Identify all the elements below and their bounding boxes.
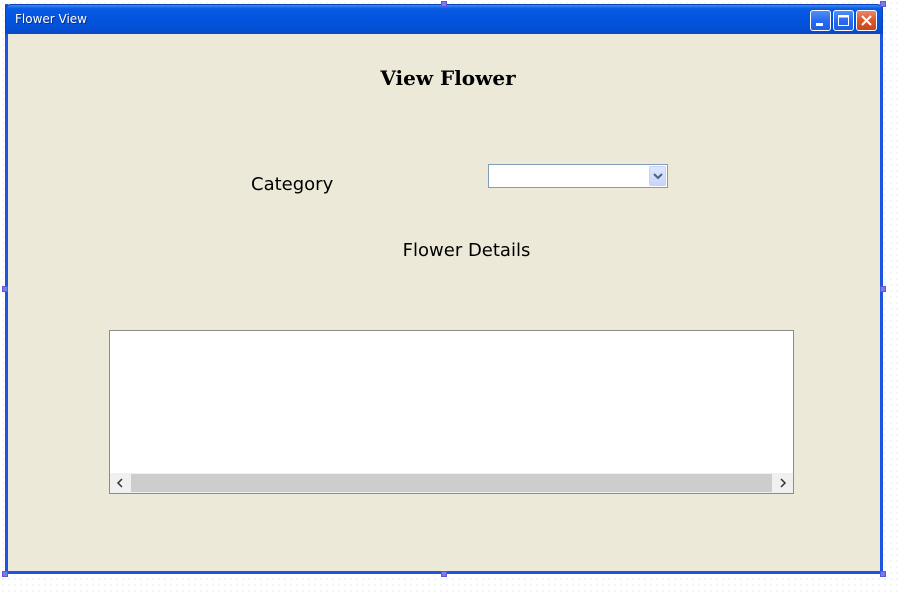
scroll-thumb[interactable] xyxy=(131,474,772,492)
page-title: View Flower xyxy=(380,66,516,90)
minimize-icon xyxy=(816,23,823,26)
resize-handle-right[interactable] xyxy=(880,286,886,292)
maximize-button[interactable] xyxy=(833,10,854,31)
form-client-area: View Flower Category Flower Details xyxy=(8,34,880,571)
resize-handle-top[interactable] xyxy=(441,1,447,7)
title-bar[interactable]: Flower View xyxy=(5,4,883,34)
flower-details-label: Flower Details xyxy=(402,240,531,261)
horizontal-scrollbar[interactable] xyxy=(110,473,793,493)
minimize-button[interactable] xyxy=(810,10,831,31)
resize-handle-bottom-right[interactable] xyxy=(880,571,886,577)
chevron-left-icon xyxy=(116,478,123,488)
resize-handle-top-right[interactable] xyxy=(880,1,886,7)
maximize-icon xyxy=(838,15,849,26)
chevron-right-icon xyxy=(780,478,787,488)
category-label: Category xyxy=(251,174,334,195)
close-icon xyxy=(861,15,872,26)
resize-handle-bottom[interactable] xyxy=(441,571,447,577)
flower-details-box[interactable] xyxy=(109,330,794,494)
scroll-right-button[interactable] xyxy=(773,473,793,493)
close-button[interactable] xyxy=(856,10,877,31)
category-dropdown-button[interactable] xyxy=(649,166,666,186)
category-dropdown[interactable] xyxy=(488,164,668,188)
resize-handle-left[interactable] xyxy=(2,286,8,292)
window-title: Flower View xyxy=(15,12,87,26)
flower-view-window: Flower View View Flower Category Flower … xyxy=(5,4,883,574)
chevron-down-icon xyxy=(653,173,663,180)
scroll-left-button[interactable] xyxy=(110,473,130,493)
resize-handle-bottom-left[interactable] xyxy=(2,571,8,577)
